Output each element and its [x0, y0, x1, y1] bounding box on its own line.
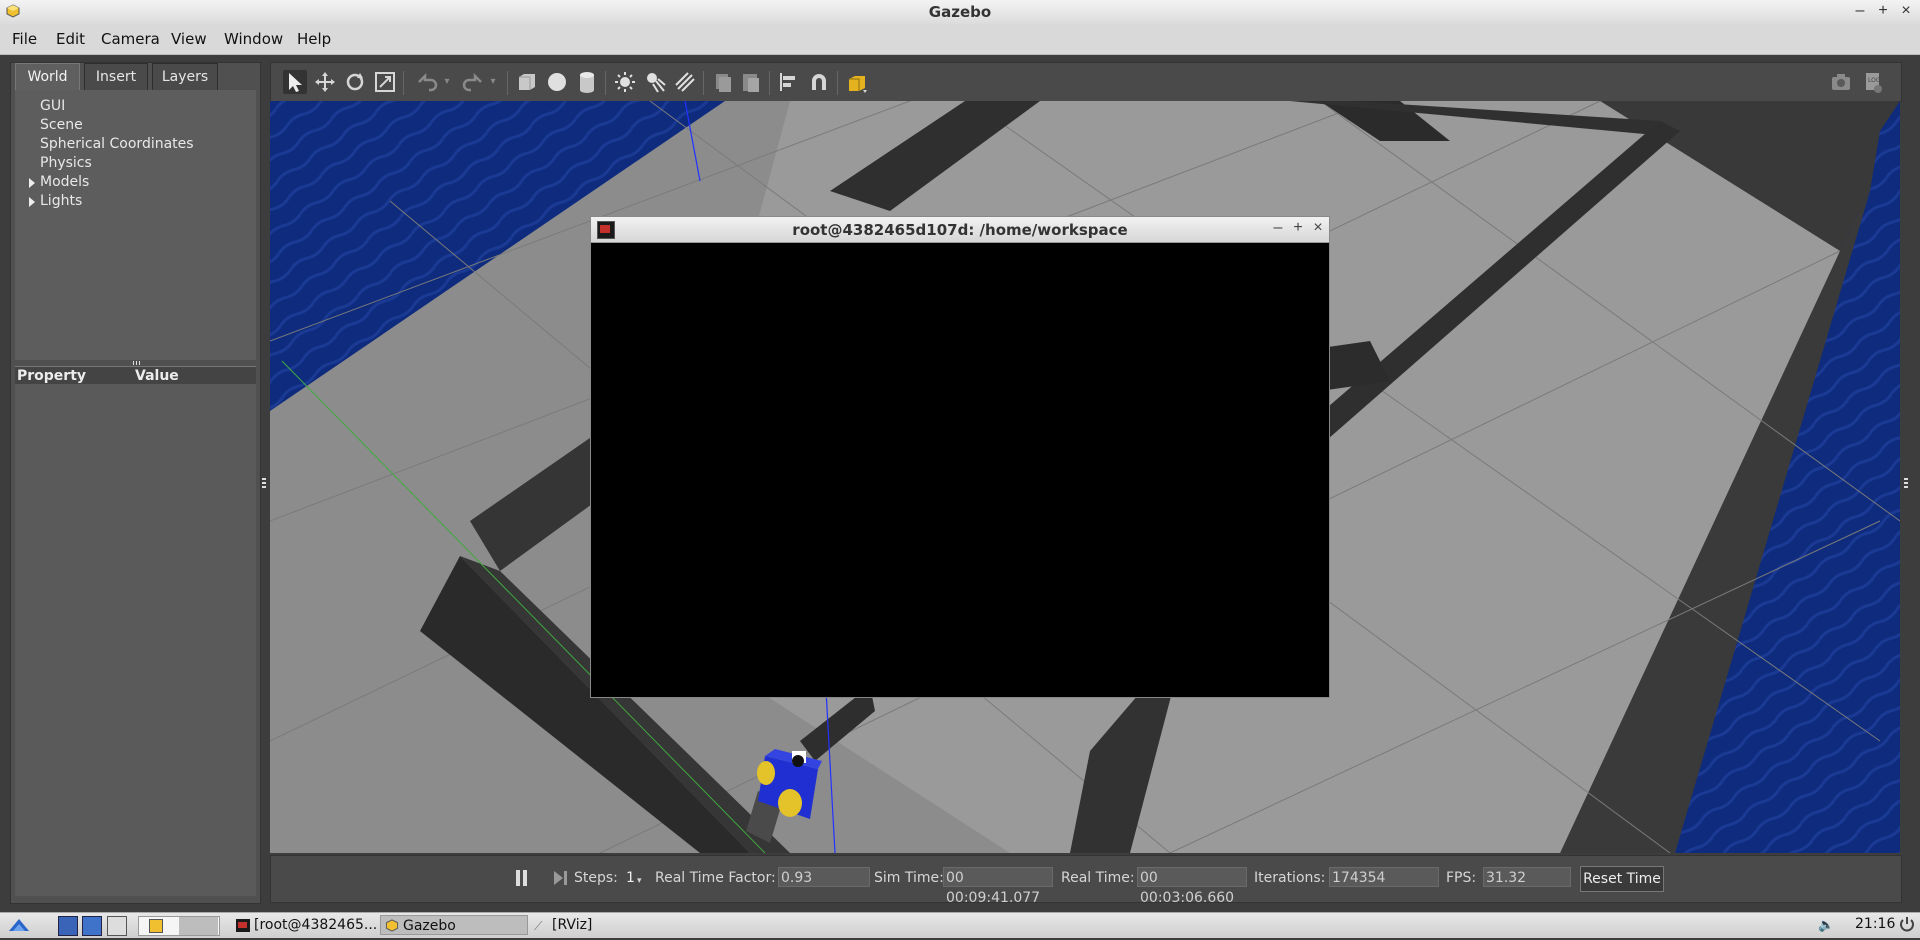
real-time-factor-value: 0.93: [778, 867, 870, 887]
menu-view[interactable]: View: [171, 30, 207, 48]
real-time-factor-label: Real Time Factor:: [655, 870, 776, 886]
desktop-icon[interactable]: [58, 916, 78, 936]
menu-help[interactable]: Help: [297, 30, 331, 48]
workspace-switcher[interactable]: [138, 916, 220, 936]
left-splitter-handle[interactable]: [262, 478, 266, 490]
scale-icon[interactable]: [373, 70, 397, 94]
tree-item-scene[interactable]: Scene: [40, 117, 83, 133]
translate-icon[interactable]: [313, 70, 337, 94]
fps-value: 31.32: [1483, 867, 1571, 887]
menu-window[interactable]: Window: [224, 30, 283, 48]
tab-insert[interactable]: Insert: [84, 63, 148, 91]
power-icon[interactable]: [1898, 915, 1916, 933]
steps-spinbox[interactable]: 1: [626, 870, 635, 886]
tree-item-gui[interactable]: GUI: [40, 98, 65, 114]
iterations-label: Iterations:: [1254, 870, 1326, 886]
rviz-taskbar-icon: ⟋: [534, 919, 543, 933]
tab-world[interactable]: World: [15, 63, 80, 90]
terminal-minimize-button[interactable]: –: [1269, 219, 1287, 237]
menu-file[interactable]: File: [12, 30, 37, 48]
window-title: Gazebo: [928, 3, 992, 21]
terminal-content[interactable]: [591, 243, 1329, 697]
rotate-icon[interactable]: [343, 70, 367, 94]
fps-label: FPS:: [1446, 870, 1477, 886]
terminal-close-button[interactable]: ×: [1309, 219, 1327, 237]
menu-bar: File Edit Camera View Window Help: [0, 24, 1920, 55]
world-panel: World Insert Layers GUI Scene Spherical …: [10, 62, 261, 904]
tree-item-models[interactable]: Models: [40, 174, 89, 190]
align-icon[interactable]: [777, 70, 801, 94]
menu-camera[interactable]: Camera: [101, 30, 160, 48]
select-arrow-icon[interactable]: [283, 70, 307, 94]
undo-dropdown-icon[interactable]: ▾: [441, 70, 453, 94]
clock: 21:16: [1855, 916, 1896, 932]
volume-icon[interactable]: 🔈: [1818, 917, 1834, 933]
sim-time-value: 00 00:09:41.077: [943, 867, 1053, 906]
tab-layers[interactable]: Layers: [152, 63, 218, 91]
screenshot-icon[interactable]: [1829, 70, 1853, 94]
taskbar-item-rviz[interactable]: [RViz]: [530, 915, 650, 935]
redo-dropdown-icon[interactable]: ▾: [487, 70, 499, 94]
real-time-label: Real Time:: [1061, 870, 1135, 886]
terminal-title: root@4382465d107d: /home/workspace: [792, 221, 1128, 239]
view-angle-icon[interactable]: [845, 70, 869, 94]
expand-lights-icon[interactable]: [29, 197, 35, 207]
svg-text:LOG: LOG: [1868, 77, 1881, 84]
expand-models-icon[interactable]: [29, 178, 35, 188]
reset-time-button[interactable]: Reset Time: [1580, 866, 1664, 892]
value-column-header: Value: [135, 368, 179, 384]
toolbar: ▾ ▾ LOG: [270, 62, 1902, 102]
sim-time-label: Sim Time:: [874, 870, 944, 886]
simulation-status-bar: Steps: 1 ▾ Real Time Factor: 0.93 Sim Ti…: [270, 855, 1902, 906]
spot-light-icon[interactable]: [643, 70, 667, 94]
cylinder-icon[interactable]: [575, 70, 599, 94]
terminal-window[interactable]: root@4382465d107d: /home/workspace – + ×: [590, 216, 1330, 698]
taskbar: [root@4382465... Gazebo [RViz] ⟋ 🔈 21:16: [0, 912, 1920, 938]
property-column-header: Property: [17, 368, 87, 384]
start-menu-icon[interactable]: [6, 915, 32, 935]
terminal-maximize-button[interactable]: +: [1289, 219, 1307, 237]
terminal-titlebar: root@4382465d107d: /home/workspace – + ×: [591, 217, 1329, 243]
menu-edit[interactable]: Edit: [56, 30, 85, 48]
iterations-value: 174354: [1329, 867, 1439, 887]
minimize-window-button[interactable]: –: [1850, 2, 1870, 20]
close-window-button[interactable]: ×: [1896, 2, 1916, 20]
steps-label: Steps:: [574, 870, 618, 886]
property-table: [15, 384, 256, 896]
taskbar-item-terminal[interactable]: [root@4382465...: [232, 915, 378, 935]
right-splitter-handle[interactable]: [1904, 478, 1908, 490]
taskbar-item-gazebo[interactable]: Gazebo: [380, 915, 528, 935]
gazebo-taskbar-icon: [385, 919, 399, 932]
log-icon[interactable]: LOG: [1861, 70, 1885, 94]
settings-icon[interactable]: [82, 916, 102, 936]
redo-icon[interactable]: [461, 70, 485, 94]
property-table-header: Property Value: [15, 366, 256, 385]
panel-splitter-handle[interactable]: [133, 361, 141, 365]
window-titlebar: Gazebo – + ×: [0, 0, 1920, 25]
copy-icon[interactable]: [711, 70, 735, 94]
magnet-icon[interactable]: [807, 70, 831, 94]
tree-item-lights[interactable]: Lights: [40, 193, 82, 209]
terminal-taskbar-icon: [236, 919, 250, 932]
directional-light-icon[interactable]: [673, 70, 697, 94]
steps-dropdown-icon[interactable]: ▾: [637, 876, 642, 886]
step-button[interactable]: [551, 868, 569, 888]
undo-icon[interactable]: [415, 70, 439, 94]
paste-icon[interactable]: [739, 70, 763, 94]
real-time-value: 00 00:03:06.660: [1137, 867, 1247, 906]
window-list-icon[interactable]: [107, 916, 127, 936]
world-tree: GUI Scene Spherical Coordinates Physics …: [15, 90, 256, 360]
sphere-icon[interactable]: [545, 70, 569, 94]
box-icon[interactable]: [515, 70, 539, 94]
pause-button[interactable]: [513, 868, 531, 888]
maximize-window-button[interactable]: +: [1873, 2, 1893, 20]
point-light-icon[interactable]: [613, 70, 637, 94]
tree-item-spherical-coordinates[interactable]: Spherical Coordinates: [40, 136, 194, 152]
tree-item-physics[interactable]: Physics: [40, 155, 92, 171]
